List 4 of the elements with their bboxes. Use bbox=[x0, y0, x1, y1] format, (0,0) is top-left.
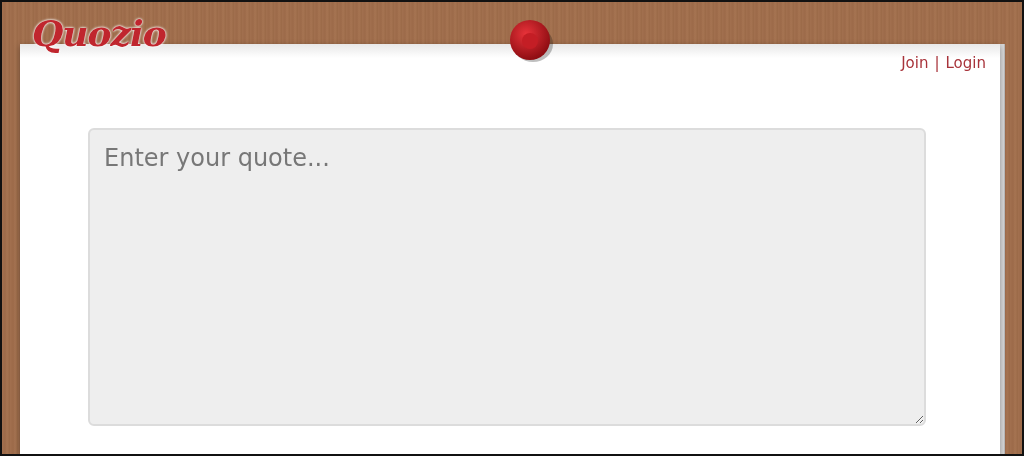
nav-link[interactable]: Join bbox=[901, 54, 929, 72]
link-separator: | bbox=[934, 54, 940, 72]
nav-link[interactable]: Login bbox=[945, 54, 986, 72]
quote-input-field[interactable]: Enter your quote... bbox=[88, 128, 926, 426]
